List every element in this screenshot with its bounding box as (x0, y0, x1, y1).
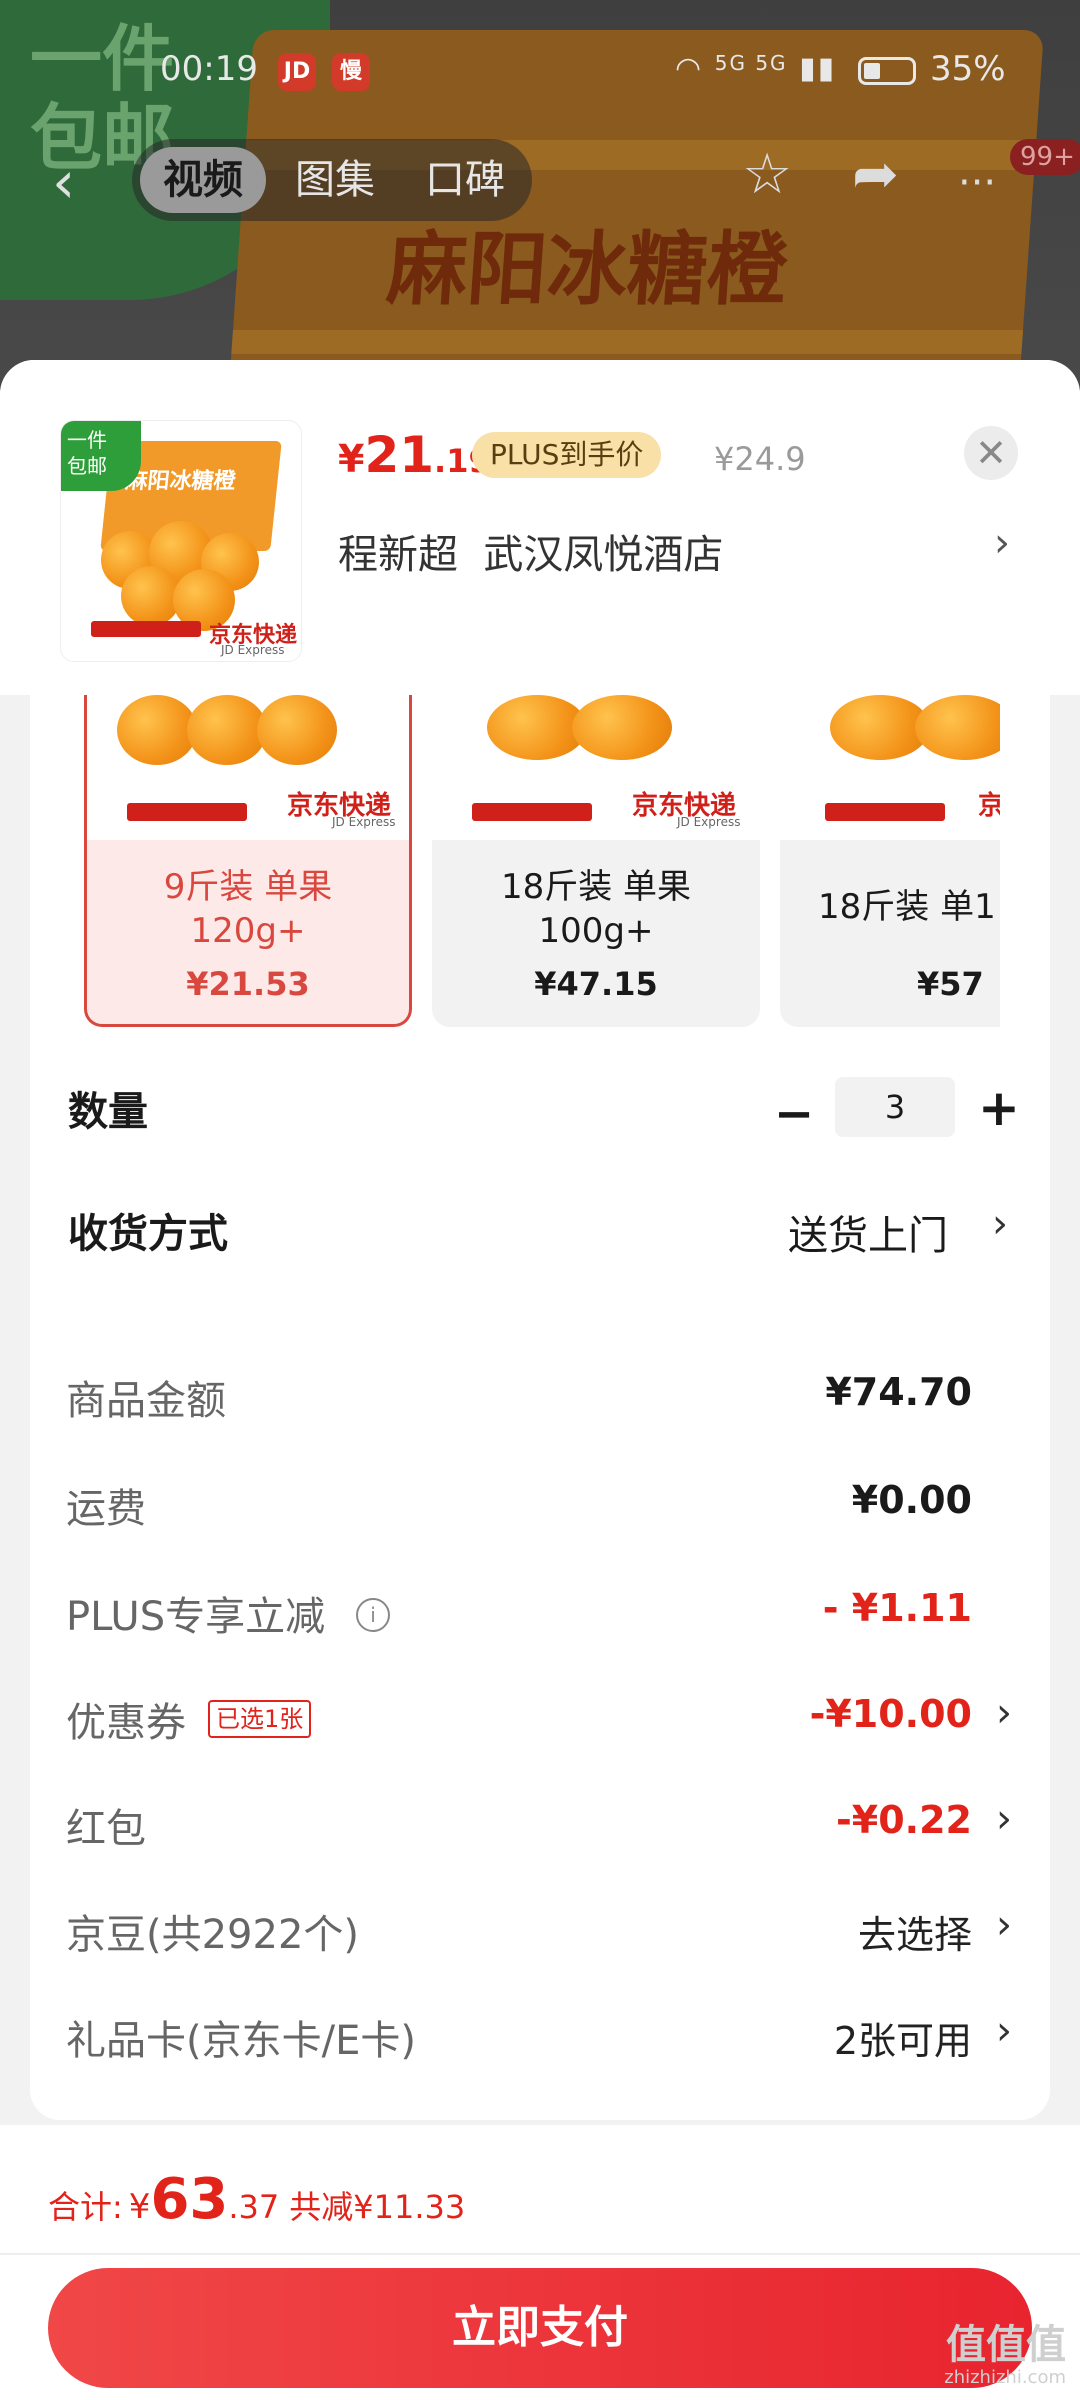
total-saved: 共减¥11.33 (289, 2188, 466, 2226)
product-page-background: 一件 包邮 麻阳冰糖橙 00:19 JD 慢 ◠ 5G 5G ▮▮ 35% ‹ … (0, 0, 1080, 420)
sku-brand: 京 (978, 791, 1000, 821)
sku-name: 9斤装 单果 120g+ (163, 867, 333, 951)
status-bar: 00:19 JD 慢 ◠ 5G 5G ▮▮ 35% (0, 45, 1080, 95)
sku-option-18jin-partial[interactable]: 京 18斤装 单1 ¥57 (780, 695, 1000, 1027)
summary-giftcard-row[interactable]: 礼品卡(京东卡/E卡) 2张可用 › (30, 2002, 1050, 2072)
tab-gallery[interactable]: 图集 (272, 147, 398, 213)
plus-discount-label: PLUS专享立减 (66, 1594, 326, 1640)
product-thumbnail[interactable]: 麻阳冰糖橙 京东快递 JD Express 一件 包邮 (60, 420, 302, 662)
delivery-method-value[interactable]: 送货上门 (788, 1203, 948, 1261)
quantity-plus-button[interactable]: + (978, 1083, 1020, 1133)
sku-image: 京 (780, 695, 1000, 840)
quantity-minus-button[interactable]: − (774, 1090, 814, 1138)
goods-amount-label: 商品金额 (66, 1378, 226, 1424)
message-badge: 99+ (1010, 139, 1080, 175)
sheet-header: 麻阳冰糖橙 京东快递 JD Express 一件 包邮 ¥21.19 PLUS到… (0, 360, 1080, 695)
tab-video[interactable]: 视频 (140, 147, 266, 213)
signal-bars-icon: ▮▮ (799, 51, 837, 86)
original-price: ¥24.9 (714, 440, 806, 478)
summary-plus-row: PLUS专享立减 i - ¥1.11 (30, 1578, 1050, 1648)
favorite-star-icon[interactable]: ☆ (742, 147, 792, 203)
shipping-address[interactable]: 程新超 武汉凤悦酒店 (338, 522, 723, 580)
red-packet-value: -¥0.22 (836, 1798, 972, 1842)
delivery-method-label: 收货方式 (68, 1211, 228, 1257)
summary-shipping-row: 运费 ¥0.00 (30, 1470, 1050, 1540)
sku-option-9jin[interactable]: 京东快递 JD Express 9斤装 单果 120g+ ¥21.53 (84, 695, 412, 1027)
thumb-ribbon: 一件 包邮 (61, 421, 141, 491)
chevron-right-icon[interactable]: › (994, 520, 1010, 566)
pay-now-button[interactable]: 立即支付 (48, 2268, 1032, 2388)
thumb-brand-sub: JD Express (221, 643, 285, 657)
chevron-right-icon[interactable]: › (996, 1796, 1012, 1842)
shipping-fee-label: 运费 (66, 1486, 146, 1532)
battery-icon (858, 57, 916, 85)
order-total: 合计: ¥63.37 共减¥11.33 (48, 2167, 466, 2232)
sku-price: ¥47.15 (534, 965, 658, 1003)
order-summary: 商品金额 ¥74.70 运费 ¥0.00 PLUS专享立减 i - ¥1.11 … (30, 1330, 1050, 2120)
quantity-label: 数量 (68, 1089, 148, 1135)
battery-percent: 35% (930, 49, 1006, 89)
gift-card-value: 2张可用 (833, 2019, 972, 2063)
signal-icon: ◠ 5G 5G ▮▮ (675, 51, 837, 86)
plus-discount-value: - ¥1.11 (822, 1586, 972, 1630)
media-tabs: 视频 图集 口碑 (132, 139, 532, 221)
current-price: ¥21.19 (338, 426, 491, 484)
summary-redpacket-row[interactable]: 红包 -¥0.22 › (30, 1790, 1050, 1860)
slow-app-icon: 慢 (332, 53, 370, 91)
coupon-value: -¥10.00 (809, 1692, 972, 1736)
chevron-right-icon[interactable]: › (996, 2008, 1012, 2054)
chevron-right-icon[interactable]: › (996, 1690, 1012, 1736)
wifi-icon: ◠ (675, 51, 704, 86)
orange-image (121, 566, 181, 626)
summary-jdbeans-row[interactable]: 京豆(共2922个) 去选择 › (30, 1896, 1050, 1966)
jd-beans-label: 京豆(共2922个) (66, 1912, 360, 1958)
info-icon[interactable]: i (356, 1598, 390, 1632)
more-icon[interactable]: ··· (958, 163, 996, 203)
sku-name: 18斤装 单果 100g+ (500, 867, 692, 951)
total-amount: 63 (150, 2167, 229, 2232)
jd-beans-value: 去选择 (857, 1913, 972, 1957)
total-label: 合计: (48, 2188, 123, 2226)
jd-app-icon: JD (278, 53, 316, 91)
chevron-right-icon[interactable]: › (996, 1902, 1012, 1948)
site-watermark: 值值值 zhizhizhi.com (944, 2322, 1066, 2388)
shipping-fee-value: ¥0.00 (851, 1478, 972, 1522)
summary-coupon-row[interactable]: 优惠券 已选1张 -¥10.00 › (30, 1684, 1050, 1754)
coupon-label: 优惠券 (66, 1700, 186, 1746)
checkout-bar: 合计: ¥63.37 共减¥11.33 立即支付 (0, 2125, 1080, 2400)
sku-price: ¥21.53 (186, 965, 310, 1003)
divider (0, 2253, 1080, 2255)
coupon-selected-tag: 已选1张 (208, 1700, 312, 1738)
plus-price-tag: PLUS到手价 (472, 432, 662, 478)
sku-image: 京东快递 JD Express (432, 695, 760, 840)
sku-image: 京东快递 JD Express (87, 695, 409, 840)
close-icon[interactable]: ✕ (964, 426, 1018, 480)
purchase-sheet: 麻阳冰糖橙 京东快递 JD Express 一件 包邮 ¥21.19 PLUS到… (0, 360, 1080, 2400)
status-time: 00:19 (160, 49, 258, 89)
sku-price: ¥57 (917, 965, 984, 1003)
quantity-input[interactable]: 3 (835, 1077, 955, 1137)
top-nav: ‹ 视频 图集 口碑 ☆ ➦ ··· 99+ (0, 135, 1080, 225)
chevron-right-icon[interactable]: › (992, 1201, 1008, 1247)
tab-reviews[interactable]: 口碑 (402, 147, 528, 213)
red-packet-label: 红包 (66, 1806, 146, 1852)
sku-option-18jin-100g[interactable]: 京东快递 JD Express 18斤装 单果 100g+ ¥47.15 (432, 695, 760, 1027)
summary-goods-row: 商品金额 ¥74.70 (30, 1362, 1050, 1432)
gift-card-label: 礼品卡(京东卡/E卡) (66, 2018, 416, 2064)
goods-amount-value: ¥74.70 (825, 1370, 972, 1414)
sku-name: 18斤装 单1 (818, 887, 996, 927)
back-icon[interactable]: ‹ (52, 153, 75, 211)
share-icon[interactable]: ➦ (852, 147, 899, 203)
